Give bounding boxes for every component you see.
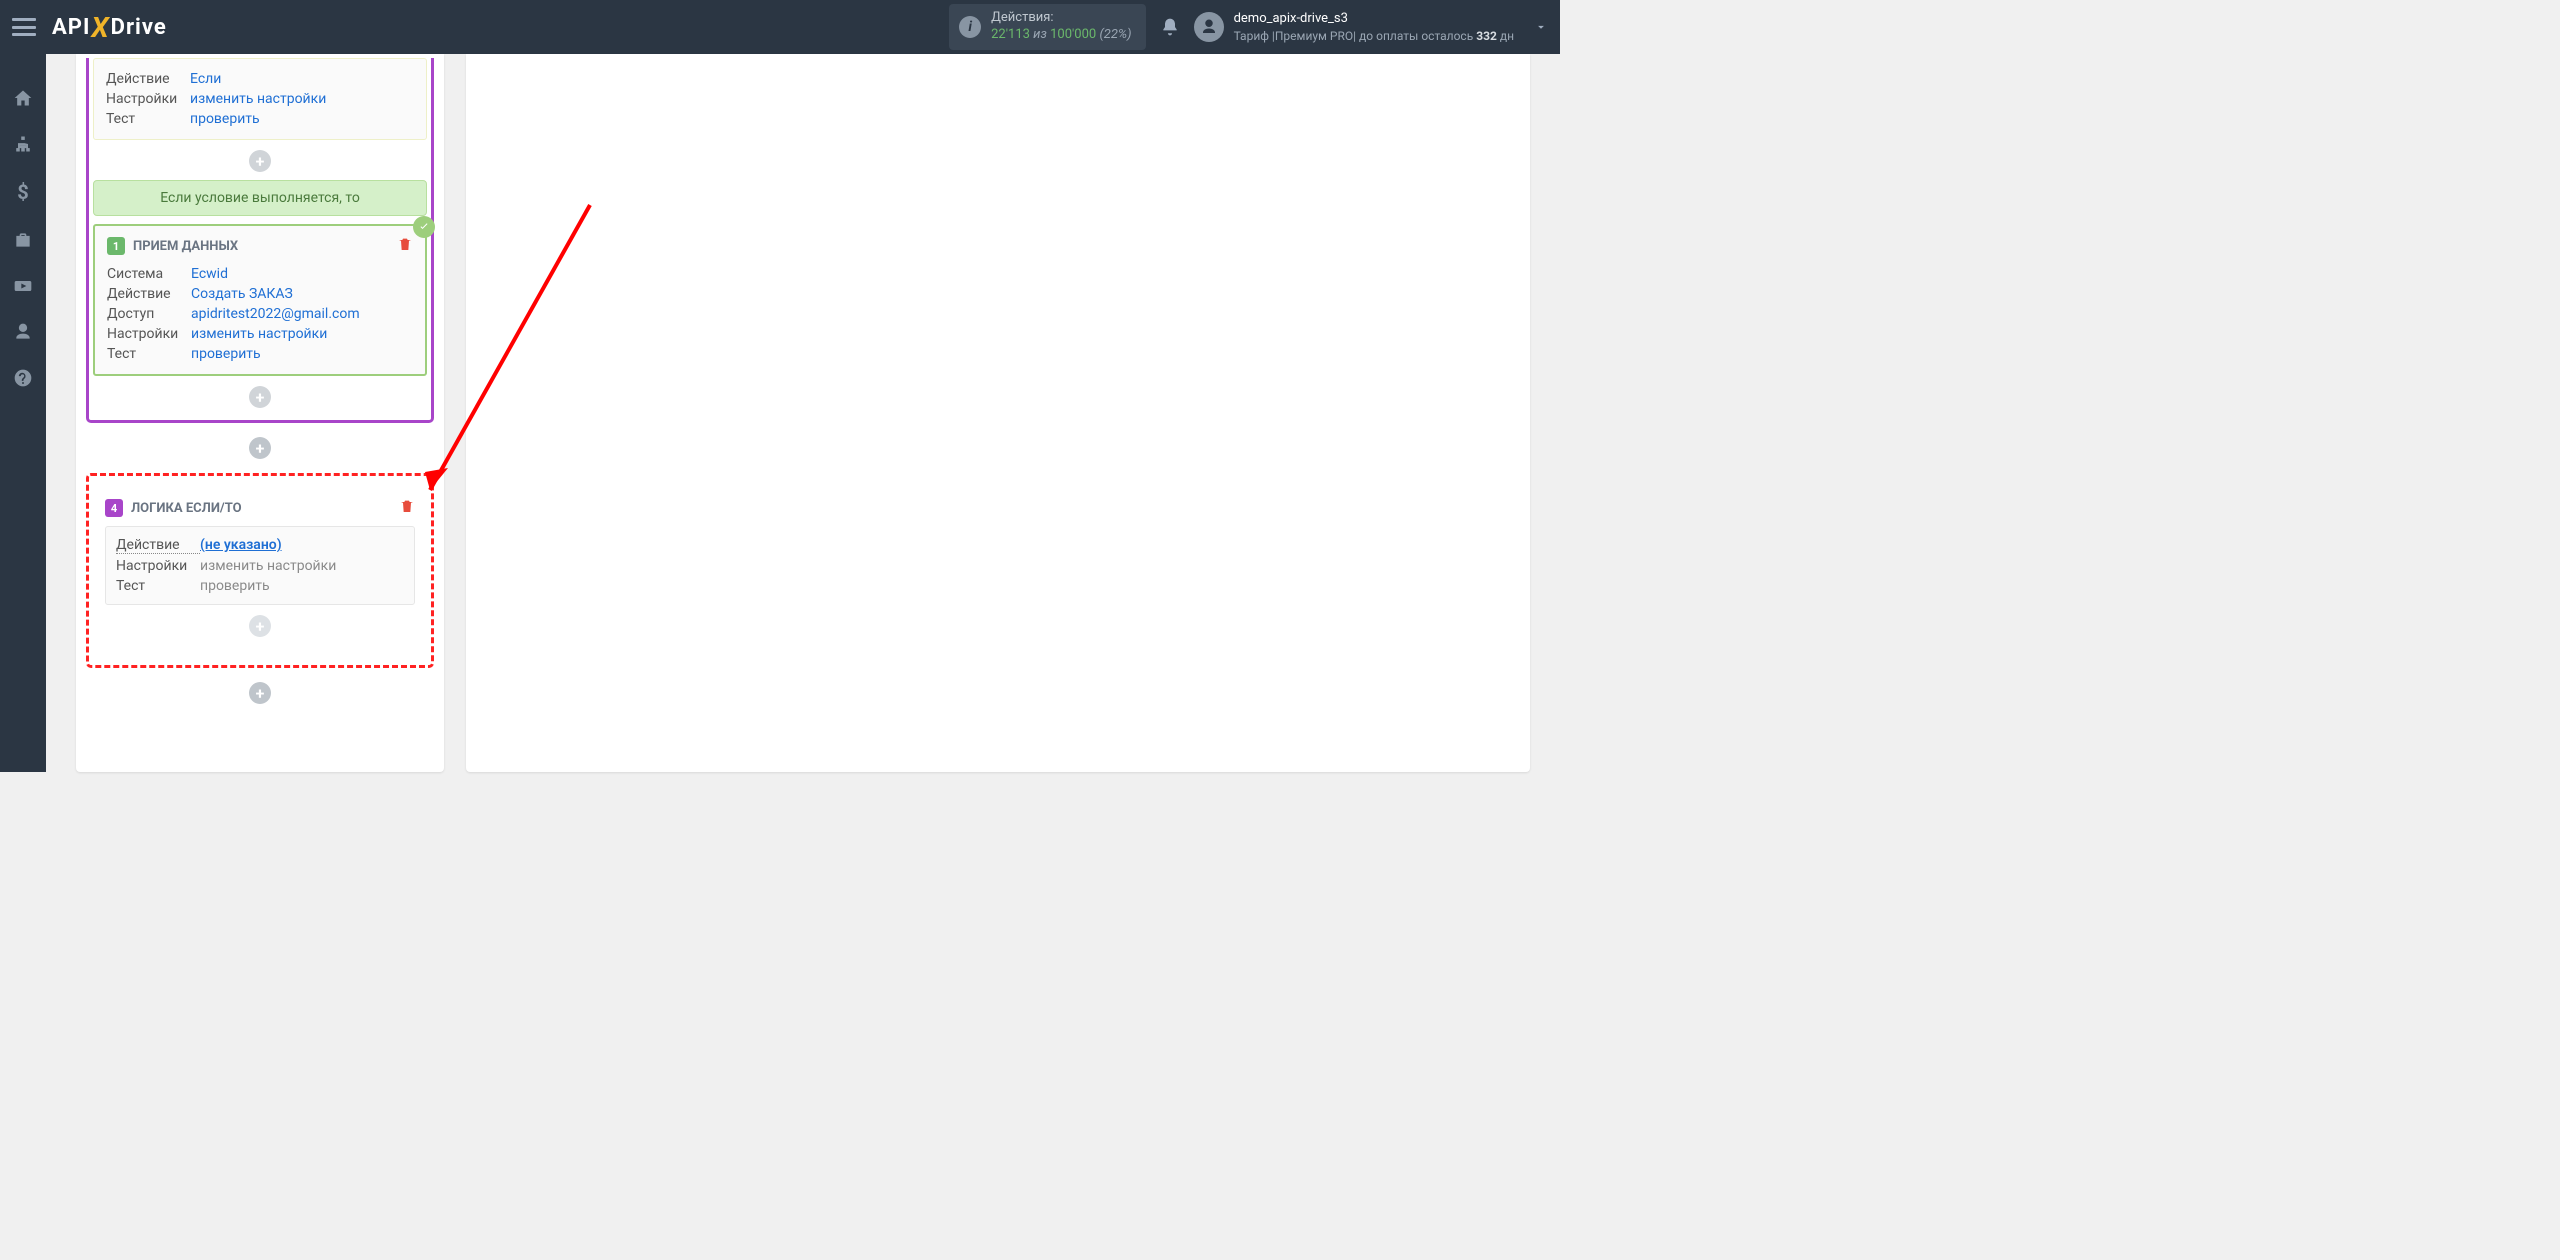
step-number-4: 4 — [105, 499, 123, 517]
test-disabled: проверить — [200, 578, 270, 594]
add-step-button[interactable]: + — [249, 615, 271, 637]
condition-true-bar: Если условие выполняется, то — [93, 180, 427, 216]
delete-button[interactable] — [399, 498, 415, 518]
chevron-down-icon[interactable] — [1534, 20, 1548, 34]
card-title: ЛОГИКА ЕСЛИ/ТО — [131, 501, 242, 516]
settings-disabled: изменить настройки — [200, 558, 336, 574]
actions-label: Действия: — [991, 10, 1131, 27]
step-number-1: 1 — [107, 237, 125, 255]
info-icon: i — [959, 16, 981, 38]
flow-panel: ДействиеЕсли Настройкиизменить настройки… — [76, 54, 444, 772]
test-link[interactable]: проверить — [191, 346, 261, 362]
actions-counter[interactable]: i Действия: 22'113 из 100'000 (22%) — [949, 4, 1145, 50]
briefcase-icon[interactable] — [13, 230, 33, 250]
add-step-button[interactable]: + — [249, 150, 271, 172]
add-block-button[interactable]: + — [249, 437, 271, 459]
action-if-link[interactable]: Если — [190, 71, 221, 87]
action-link[interactable]: Создать ЗАКАЗ — [191, 286, 293, 302]
app-header: APIXDrive i Действия: 22'113 из 100'000 … — [0, 0, 1560, 54]
user-icon[interactable] — [13, 322, 33, 342]
check-icon — [413, 216, 435, 238]
settings-link[interactable]: изменить настройки — [190, 91, 326, 107]
avatar-icon — [1194, 12, 1224, 42]
access-link[interactable]: apidritest2022@gmail.com — [191, 306, 360, 322]
action-unset-link[interactable]: (не указано) — [200, 537, 282, 554]
tariff-label: Тариф |Премиум PRO| до оплаты осталось 3… — [1234, 28, 1514, 44]
actions-numbers: 22'113 из 100'000 (22%) — [991, 27, 1131, 44]
user-menu[interactable]: demo_apix-drive_s3 Тариф |Премиум PRO| д… — [1194, 10, 1548, 44]
test-link[interactable]: проверить — [190, 111, 260, 127]
data-receive-card: 1 ПРИЕМ ДАННЫХ СистемаEcwid ДействиеСозд… — [93, 224, 427, 376]
bell-icon[interactable] — [1160, 17, 1180, 37]
card-title: ПРИЕМ ДАННЫХ — [133, 239, 238, 254]
delete-button[interactable] — [397, 236, 413, 256]
add-block-button[interactable]: + — [249, 682, 271, 704]
logic-group-frame: ДействиеЕсли Настройкиизменить настройки… — [86, 58, 434, 423]
home-icon[interactable] — [13, 88, 33, 108]
highlighted-logic-block: 4 ЛОГИКА ЕСЛИ/ТО Действие(не указано) На… — [86, 473, 434, 668]
dollar-icon[interactable]: $ — [17, 180, 28, 204]
sitemap-icon[interactable] — [13, 134, 33, 154]
username-label: demo_apix-drive_s3 — [1234, 10, 1514, 28]
add-step-button[interactable]: + — [249, 386, 271, 408]
logic-card-top: ДействиеЕсли Настройкиизменить настройки… — [93, 58, 427, 140]
youtube-icon[interactable] — [13, 276, 33, 296]
settings-link[interactable]: изменить настройки — [191, 326, 327, 342]
details-panel — [466, 54, 1530, 772]
system-link[interactable]: Ecwid — [191, 266, 228, 282]
logic-if-card: 4 ЛОГИКА ЕСЛИ/ТО Действие(не указано) На… — [93, 488, 427, 651]
help-icon[interactable] — [13, 368, 33, 388]
menu-toggle-button[interactable] — [12, 18, 36, 36]
logo[interactable]: APIXDrive — [52, 11, 167, 44]
sidebar: $ — [0, 54, 46, 772]
